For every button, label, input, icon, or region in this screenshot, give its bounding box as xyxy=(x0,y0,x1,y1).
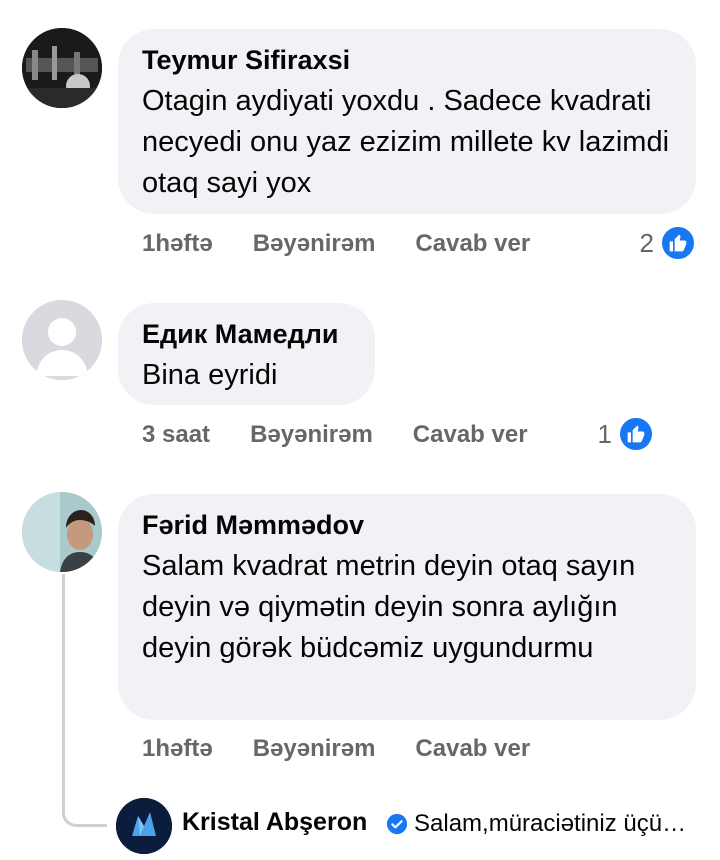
comment-bubble: Fərid Məmmədov Salam kvadrat metrin deyi… xyxy=(118,494,696,720)
reply-author[interactable]: Kristal Abşeron xyxy=(182,808,367,837)
comment-author[interactable]: Fərid Məmmədov xyxy=(142,508,672,542)
reaction-count: 1 xyxy=(597,418,612,449)
comment-actions: 1həftə Bəyənirəm Cavab ver xyxy=(142,729,570,769)
reply-button[interactable]: Cavab ver xyxy=(415,735,530,763)
verified-badge-icon xyxy=(386,813,408,835)
like-button[interactable]: Bəyənirəm xyxy=(250,421,373,449)
comment-author[interactable]: Едик Мамедли xyxy=(142,317,351,351)
comment-bubble: Едик Мамедли Bina eyridi xyxy=(118,303,375,405)
comment-time[interactable]: 1həftə xyxy=(142,735,213,763)
reaction-summary[interactable]: 2 xyxy=(640,223,696,263)
reaction-count: 2 xyxy=(639,227,654,258)
reaction-summary[interactable]: 1 xyxy=(598,414,654,454)
comment-actions: 3 saat Bəyənirəm Cavab ver xyxy=(142,415,568,455)
avatar[interactable] xyxy=(22,300,102,380)
thumbs-up-icon xyxy=(660,225,696,261)
avatar[interactable] xyxy=(22,28,102,108)
comment-text: Otagin aydiyati yoxdu . Sadece kvadrati … xyxy=(142,85,670,199)
like-button[interactable]: Bəyənirəm xyxy=(253,735,376,763)
reply-button[interactable]: Cavab ver xyxy=(415,230,530,258)
comment-time[interactable]: 3 saat xyxy=(142,421,210,449)
comment-bubble: Teymur Sifiraxsi Otagin aydiyati yoxdu .… xyxy=(118,29,696,214)
comment-actions: 1həftə Bəyənirəm Cavab ver xyxy=(142,224,570,264)
avatar[interactable] xyxy=(22,492,102,572)
reply-button[interactable]: Cavab ver xyxy=(413,421,528,449)
comment-time[interactable]: 1həftə xyxy=(142,230,213,258)
comment-text: Bina eyridi xyxy=(142,359,278,391)
thumbs-up-icon xyxy=(618,416,654,452)
comment-author[interactable]: Teymur Sifiraxsi xyxy=(142,43,672,77)
page-avatar[interactable] xyxy=(116,798,172,854)
thread-line xyxy=(62,574,107,827)
comment-text: Salam kvadrat metrin deyin otaq sayın de… xyxy=(142,550,636,664)
like-button[interactable]: Bəyənirəm xyxy=(253,230,376,258)
reply-preview-text[interactable]: Salam,müraciətiniz üçü… xyxy=(414,810,686,838)
